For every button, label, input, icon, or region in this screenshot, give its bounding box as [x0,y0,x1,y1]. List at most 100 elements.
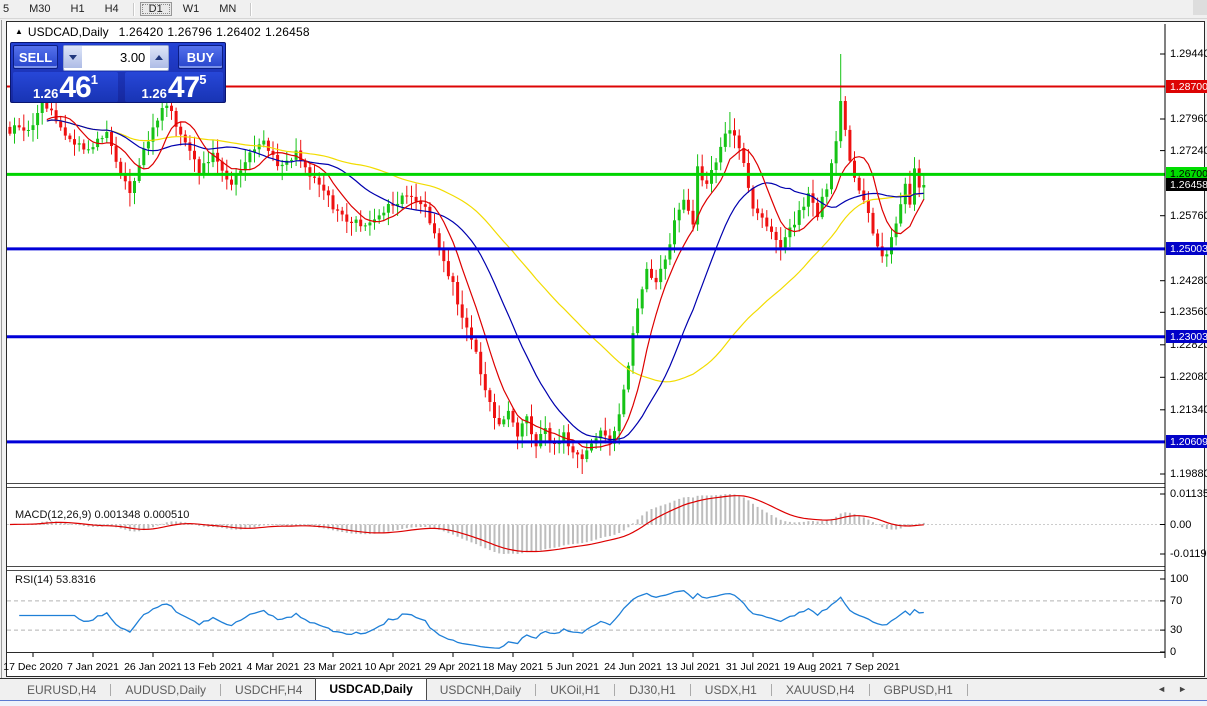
volume-stepper: 3.00 [63,45,169,71]
price-level-badge: 1.26458 [1166,178,1207,191]
quote-open: 1.26420 [118,25,164,39]
one-click-trade-panel: SELL 3.00 BUY 1.26 46 1 1.26 47 5 [10,42,226,103]
sell-price-small: 1.26 [33,86,59,101]
date-axis-label: 19 Aug 2021 [783,661,843,673]
price-level-badge: 1.25003 [1166,242,1207,255]
macd-value-2: 0.000510 [143,509,190,521]
workspace-left-edge [1,20,2,678]
date-axis-label: 5 Jun 2021 [547,661,599,673]
tab-usdchf-h4[interactable]: USDCHF,H4 [222,681,315,699]
toolbar-separator [132,2,135,16]
date-axis-label: 23 Mar 2021 [303,661,363,673]
volume-decrease-button[interactable] [64,46,82,68]
tab-usdcnh-daily[interactable]: USDCNH,Daily [427,681,534,699]
price-tick-label: 1.27960 [1170,113,1207,125]
price-level-badge: 1.20609 [1166,435,1207,448]
buy-price-small: 1.26 [141,86,167,101]
date-axis-label: 17 Dec 2020 [3,661,63,673]
macd-tick-label: 0.00 [1170,519,1192,531]
tab-dj30-h1[interactable]: DJ30,H1 [616,681,689,699]
date-axis-label: 13 Jul 2021 [665,661,721,673]
tab-gbpusd-h1[interactable]: GBPUSD,H1 [871,681,966,699]
tab-separator [614,684,616,696]
tab-usdcad-daily[interactable]: USDCAD,Daily [315,678,427,700]
tab-scroll-arrows: ◄► [1157,684,1199,694]
date-axis-label: 7 Jan 2021 [67,661,119,673]
tab-separator [110,684,112,696]
date-axis-label: 29 Apr 2021 [424,661,482,673]
tab-ukoil-h1[interactable]: UKOil,H1 [537,681,613,699]
rsi-tick-label: 70 [1170,595,1183,607]
tab-separator [868,684,870,696]
price-tick-label: 1.19880 [1170,468,1207,480]
buy-button[interactable]: BUY [177,45,223,69]
symbol-tab-bar: EURUSD,H4 AUDUSD,Daily USDCHF,H4 USDCAD,Dai… [0,678,1207,701]
toolbar-separator [250,2,253,16]
tab-scroll-left-icon[interactable]: ◄ [1157,684,1178,694]
date-axis-label: 10 Apr 2021 [364,661,422,673]
macd-tick-label: -0.01190 [1170,548,1207,560]
tab-audusd-daily[interactable]: AUDUSD,Daily [112,681,219,699]
quote-low: 1.26402 [216,25,261,39]
rsi-tick-label: 30 [1170,624,1183,636]
tab-scroll-right-icon[interactable]: ► [1178,684,1199,694]
timeframe-button-m30[interactable]: M30 [20,2,59,16]
rsi-label: RSI(14) 53.8316 [15,574,96,586]
date-axis-label: 13 Feb 2021 [183,661,243,673]
timeframe-button-w1[interactable]: W1 [174,2,209,16]
price-tick-label: 1.29440 [1170,48,1207,60]
date-axis-label: 24 Jun 2021 [604,661,662,673]
chart-title: ▲ USDCAD,Daily 1.26420 1.26796 1.26402 1.2645… [15,25,314,41]
timeframe-button-5[interactable]: 5 [1,2,18,16]
tab-usdx-h1[interactable]: USDX,H1 [692,681,770,699]
rsi-tick-label: 0 [1170,646,1177,658]
date-axis-label: 4 Mar 2021 [246,661,300,673]
tab-eurusd-h4[interactable]: EURUSD,H4 [14,681,109,699]
sell-price-sup: 1 [90,72,98,87]
timeframe-button-h1[interactable]: H1 [62,2,94,16]
volume-field[interactable]: 3.00 [81,46,151,68]
macd-label: MACD(12,26,9) 0.001348 0.000510 [15,509,190,521]
rsi-tick-label: 100 [1170,573,1189,585]
chart-up-arrow-icon: ▲ [15,27,23,36]
volume-increase-button[interactable] [150,46,168,68]
sell-price-big: 46 [59,71,91,104]
sell-button[interactable]: SELL [13,45,59,69]
price-tick-label: 1.23560 [1170,306,1207,318]
price-tick-label: 1.24280 [1170,275,1207,287]
price-level-badge: 1.28700 [1166,80,1207,93]
quote-close: 1.26458 [264,25,310,39]
timeframe-button-mn[interactable]: MN [210,2,245,16]
chart-canvas[interactable] [7,22,1204,676]
toolbar-corner-block [1193,0,1207,15]
timeframe-button-h4[interactable]: H4 [96,2,128,16]
macd-value-1: 0.001348 [94,509,141,521]
tab-separator [966,684,968,696]
tab-separator [535,684,537,696]
timeframe-toolbar: 5 M30 H1 H4 D1 W1 MN [0,0,1207,19]
date-axis-label: 18 May 2021 [482,661,544,673]
chart-symbol-label: USDCAD,Daily [27,25,109,39]
chart-window: ▲ USDCAD,Daily 1.26420 1.26796 1.26402 1.2645… [3,21,1207,677]
tab-separator [689,684,691,696]
tab-separator [220,684,222,696]
date-axis-label: 31 Jul 2021 [725,661,781,673]
sell-price-display[interactable]: 1.26 46 1 [13,71,118,104]
date-axis-label: 26 Jan 2021 [124,661,182,673]
chart-quote-ohlc: 1.26420 1.26796 1.26402 1.26458 [119,25,314,39]
macd-tick-label: 0.01135 [1170,488,1207,500]
buy-price-display[interactable]: 1.26 47 5 [124,71,223,104]
price-level-badge: 1.23003 [1166,330,1207,343]
price-tick-label: 1.22080 [1170,371,1207,383]
price-tick-label: 1.21340 [1170,404,1207,416]
quote-high: 1.26796 [167,25,213,39]
triangle-down-icon [68,54,77,60]
tab-xauusd-h4[interactable]: XAUUSD,H4 [773,681,868,699]
rsi-value: 53.8316 [55,574,96,586]
tab-separator [770,684,772,696]
buy-price-big: 47 [167,71,200,104]
status-strip [0,700,1207,706]
timeframe-button-d1[interactable]: D1 [139,2,172,16]
triangle-up-icon [155,54,164,60]
buy-price-sup: 5 [199,72,207,87]
